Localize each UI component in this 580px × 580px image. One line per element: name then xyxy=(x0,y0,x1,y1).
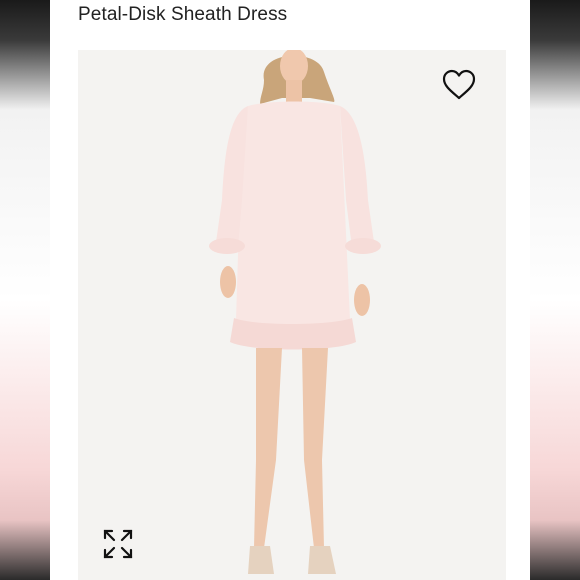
hand-right xyxy=(354,284,370,316)
shoe-left xyxy=(248,546,274,574)
leg-left xyxy=(254,348,282,548)
dress-body xyxy=(236,101,350,331)
neck xyxy=(286,80,302,102)
sleeve-ruffle-right xyxy=(345,238,381,254)
product-image[interactable] xyxy=(78,50,506,580)
product-title: Petal-Disk Sheath Dress xyxy=(78,4,288,25)
sleeve-ruffle-left xyxy=(209,238,245,254)
heart-icon[interactable] xyxy=(442,69,476,101)
shoe-right xyxy=(308,546,336,574)
leg-right xyxy=(302,348,328,548)
model-photo xyxy=(209,50,381,574)
background-blur-left xyxy=(0,0,50,580)
background-blur-right xyxy=(530,0,580,580)
expand-icon[interactable] xyxy=(102,528,134,560)
hand-left xyxy=(220,266,236,298)
product-card: Petal-Disk Sheath Dress xyxy=(50,0,530,580)
